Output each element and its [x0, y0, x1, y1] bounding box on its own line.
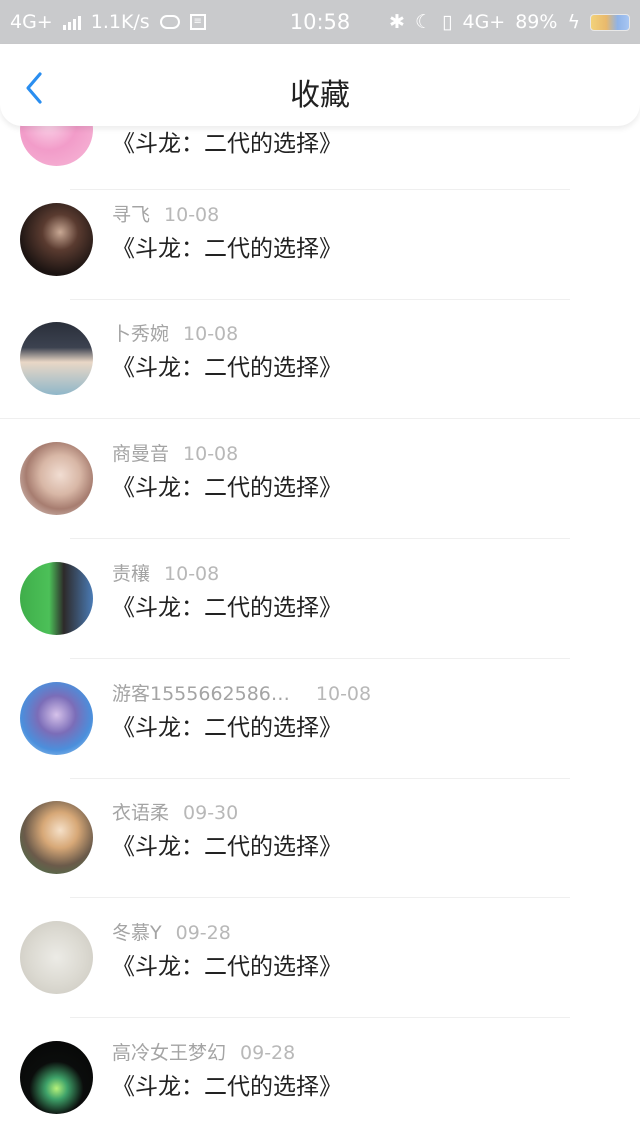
- network-type-right: 4G+: [462, 11, 506, 33]
- book-title: 《斗龙：二代的选择》: [112, 475, 342, 501]
- list-item[interactable]: 卜秀婉 10-08 《斗龙：二代的选择》: [0, 299, 640, 419]
- item-meta: 卜秀婉 10-08: [112, 319, 238, 346]
- date: 10-08: [183, 323, 239, 345]
- avatar: [20, 203, 93, 276]
- book-title: 《斗龙：二代的选择》: [112, 715, 342, 741]
- avatar: [20, 801, 93, 874]
- item-meta: 责穰 10-08: [112, 559, 219, 586]
- item-meta: 冬慕Y 09-28: [112, 918, 231, 945]
- book-title: 《斗龙：二代的选择》: [112, 834, 342, 860]
- avatar: [20, 322, 93, 395]
- battery-icon: [590, 13, 630, 31]
- username: 高冷女王梦幻: [112, 1042, 227, 1064]
- battery-percent: 89%: [515, 11, 558, 33]
- date: 10-08: [183, 443, 239, 465]
- item-meta: 衣语柔 09-30: [112, 798, 238, 825]
- avatar: [20, 1041, 93, 1114]
- username: 责穰: [112, 563, 151, 585]
- date: 10-08: [315, 683, 372, 705]
- signal-icon: [62, 14, 81, 30]
- username: 卜秀婉: [112, 323, 170, 345]
- network-speed: 1.1K/s: [90, 11, 150, 33]
- item-meta: 寻飞 10-08: [112, 200, 219, 227]
- bluetooth-icon: ✱: [389, 11, 405, 33]
- avatar: [20, 562, 93, 635]
- favorites-list: 《斗龙：二代的选择》 寻飞 10-08 《斗龙：二代的选择》 卜秀婉 10-08 《…: [0, 0, 640, 1138]
- date: 09-30: [183, 802, 239, 824]
- item-meta: 高冷女王梦幻 09-28: [112, 1038, 295, 1065]
- username: 冬慕Y: [112, 922, 162, 944]
- avatar: [20, 442, 93, 515]
- username: 衣语柔: [112, 802, 170, 824]
- list-item[interactable]: 寻飞 10-08 《斗龙：二代的选择》: [0, 180, 640, 300]
- item-meta: 游客1555662586… 10-08: [112, 679, 371, 706]
- book-title: 《斗龙：二代的选择》: [112, 131, 342, 157]
- avatar: [20, 921, 93, 994]
- list-item[interactable]: 商曼音 10-08 《斗龙：二代的选择》: [0, 419, 640, 539]
- app-notification-icon: ≡: [189, 14, 206, 30]
- status-bar: 4G+ 1.1K/s ≡ 10:58 ✱ ☾ ▯ 4G+ 89% ϟ: [0, 0, 640, 44]
- list-item[interactable]: 责穰 10-08 《斗龙：二代的选择》: [0, 539, 640, 659]
- nav-bar: 收藏: [0, 44, 640, 126]
- username: 寻飞: [112, 204, 151, 226]
- date: 09-28: [175, 922, 231, 944]
- moon-icon: ☾: [414, 11, 433, 33]
- book-title: 《斗龙：二代的选择》: [112, 954, 342, 980]
- list-item[interactable]: 衣语柔 09-30 《斗龙：二代的选择》: [0, 778, 640, 898]
- book-title: 《斗龙：二代的选择》: [112, 355, 342, 381]
- book-title: 《斗龙：二代的选择》: [112, 595, 342, 621]
- cloud-icon: [159, 15, 180, 29]
- avatar: [20, 682, 93, 755]
- username: 商曼音: [112, 443, 170, 465]
- book-title: 《斗龙：二代的选择》: [112, 1074, 342, 1100]
- date: 10-08: [164, 563, 220, 585]
- vibrate-icon: ▯: [442, 11, 453, 33]
- network-type: 4G+: [10, 11, 53, 33]
- date: 09-28: [240, 1042, 296, 1064]
- book-title: 《斗龙：二代的选择》: [112, 236, 342, 262]
- username: 游客1555662586…: [112, 683, 290, 705]
- page-title: 收藏: [290, 78, 350, 113]
- list-item[interactable]: 游客1555662586… 10-08 《斗龙：二代的选择》: [0, 659, 640, 779]
- list-item[interactable]: 冬慕Y 09-28 《斗龙：二代的选择》: [0, 898, 640, 1018]
- date: 10-08: [164, 204, 220, 226]
- charging-icon: ϟ: [567, 11, 580, 33]
- list-item[interactable]: 高冷女王梦幻 09-28 《斗龙：二代的选择》: [0, 1018, 640, 1138]
- item-meta: 商曼音 10-08: [112, 439, 238, 466]
